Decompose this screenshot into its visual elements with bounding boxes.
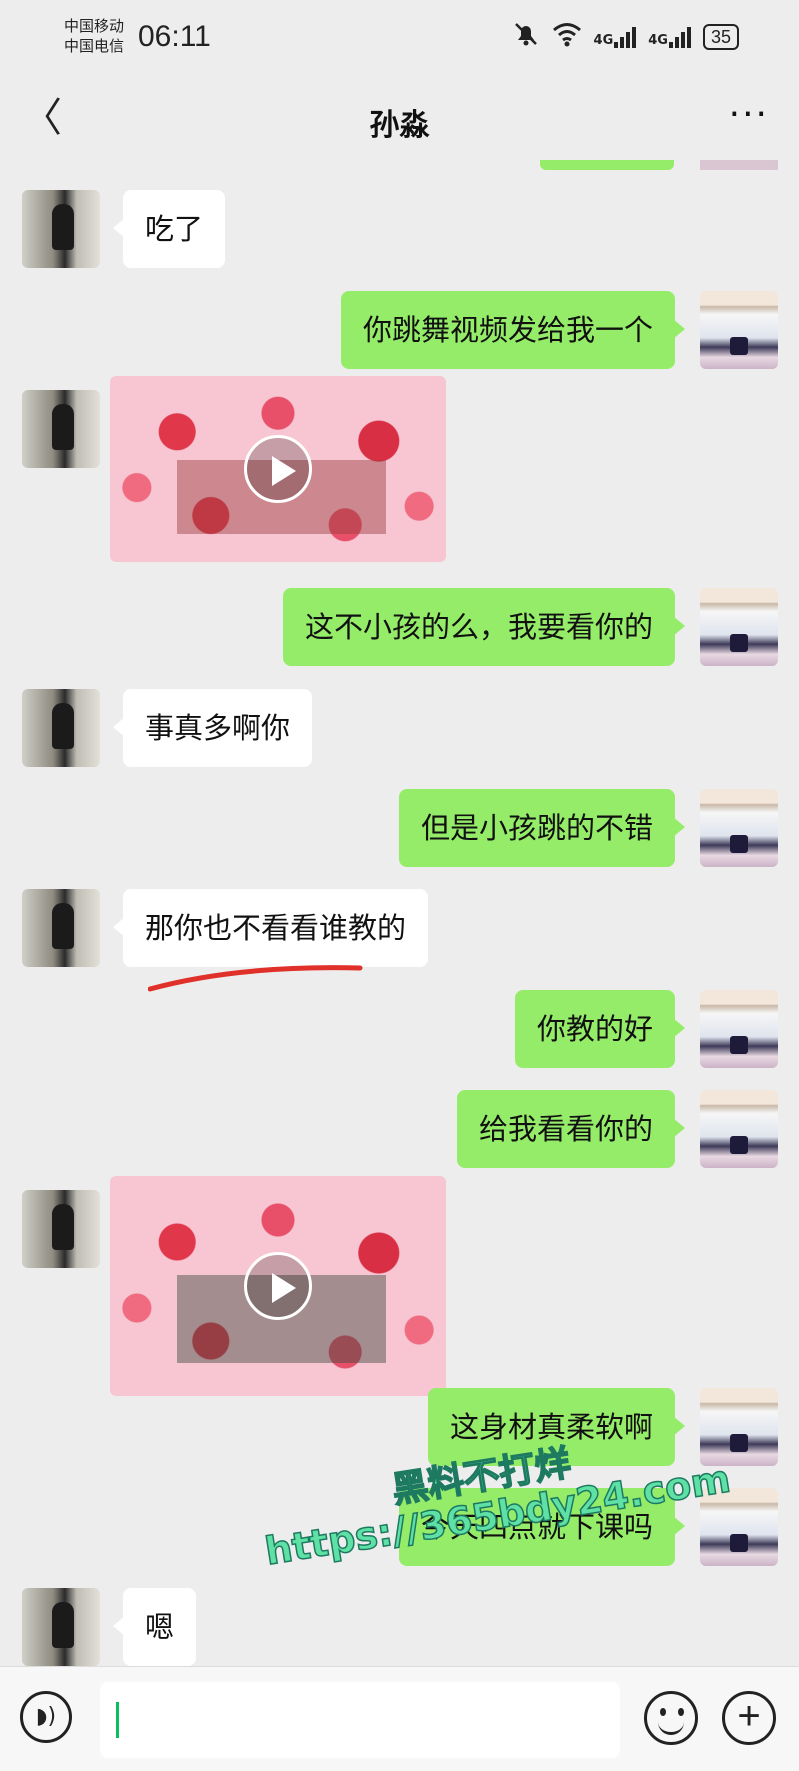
more-functions-button[interactable]: + (722, 1691, 776, 1745)
contact-avatar[interactable] (22, 390, 100, 468)
message-bubble-outgoing[interactable]: 你教的好 (514, 990, 686, 1068)
carrier-names: 中国移动 中国电信 (64, 16, 124, 56)
contact-avatar[interactable] (22, 1588, 100, 1666)
message-bubble-outgoing[interactable]: 但是小孩跳的不错 (398, 789, 686, 867)
emoji-button[interactable] (644, 1691, 698, 1745)
contact-avatar[interactable] (22, 1190, 100, 1268)
red-annotation-line (148, 965, 363, 992)
video-message[interactable] (110, 376, 446, 562)
contact-avatar[interactable] (22, 689, 100, 767)
wifi-icon (552, 21, 582, 53)
video-message[interactable] (110, 1176, 446, 1396)
message-input-bar: ◗) + (0, 1666, 799, 1771)
mute-bell-icon (512, 20, 540, 54)
message-bubble-outgoing[interactable]: 给我看看你的 (456, 1090, 686, 1168)
chat-title: 孙淼 (369, 108, 430, 143)
play-icon[interactable] (244, 435, 312, 503)
message-text-input[interactable] (100, 1682, 620, 1758)
my-avatar[interactable] (700, 1090, 778, 1168)
signal-icon: 4G (594, 26, 637, 48)
message-bubble-incoming[interactable]: 吃了 (112, 190, 226, 268)
my-avatar[interactable] (700, 1388, 778, 1466)
voice-input-button[interactable]: ◗) (20, 1691, 72, 1743)
message-bubble-incoming[interactable]: 事真多啊你 (112, 689, 313, 767)
message-bubble-outgoing[interactable]: 你跳舞视频发给我一个 (340, 291, 686, 369)
status-time: 06:11 (138, 20, 211, 53)
network-type-1: 4G (593, 33, 614, 48)
contact-avatar[interactable] (22, 190, 100, 268)
partial-message-bubble (540, 160, 674, 170)
text-cursor (116, 1702, 119, 1738)
play-icon[interactable] (244, 1252, 312, 1320)
message-bubble-incoming[interactable]: 嗯 (112, 1588, 197, 1666)
status-icons: 4G 4G 35 (512, 22, 739, 52)
carrier-1: 中国移动 (64, 17, 125, 35)
partial-avatar (700, 160, 778, 170)
chat-header: 〈 孙淼 ··· (0, 80, 799, 160)
my-avatar[interactable] (700, 291, 778, 369)
more-options-button[interactable]: ··· (729, 94, 769, 135)
my-avatar[interactable] (700, 789, 778, 867)
battery-icon: 35 (702, 24, 739, 50)
contact-avatar[interactable] (22, 889, 100, 967)
carrier-2: 中国电信 (64, 37, 125, 55)
network-type-2: 4G (648, 33, 668, 48)
signal-icon: 4G (648, 26, 691, 48)
my-avatar[interactable] (700, 588, 778, 666)
message-bubble-outgoing[interactable]: 这不小孩的么，我要看你的 (282, 588, 686, 666)
my-avatar[interactable] (700, 990, 778, 1068)
status-bar: 中国移动 中国电信 06:11 4G 4G 35 (0, 0, 799, 80)
